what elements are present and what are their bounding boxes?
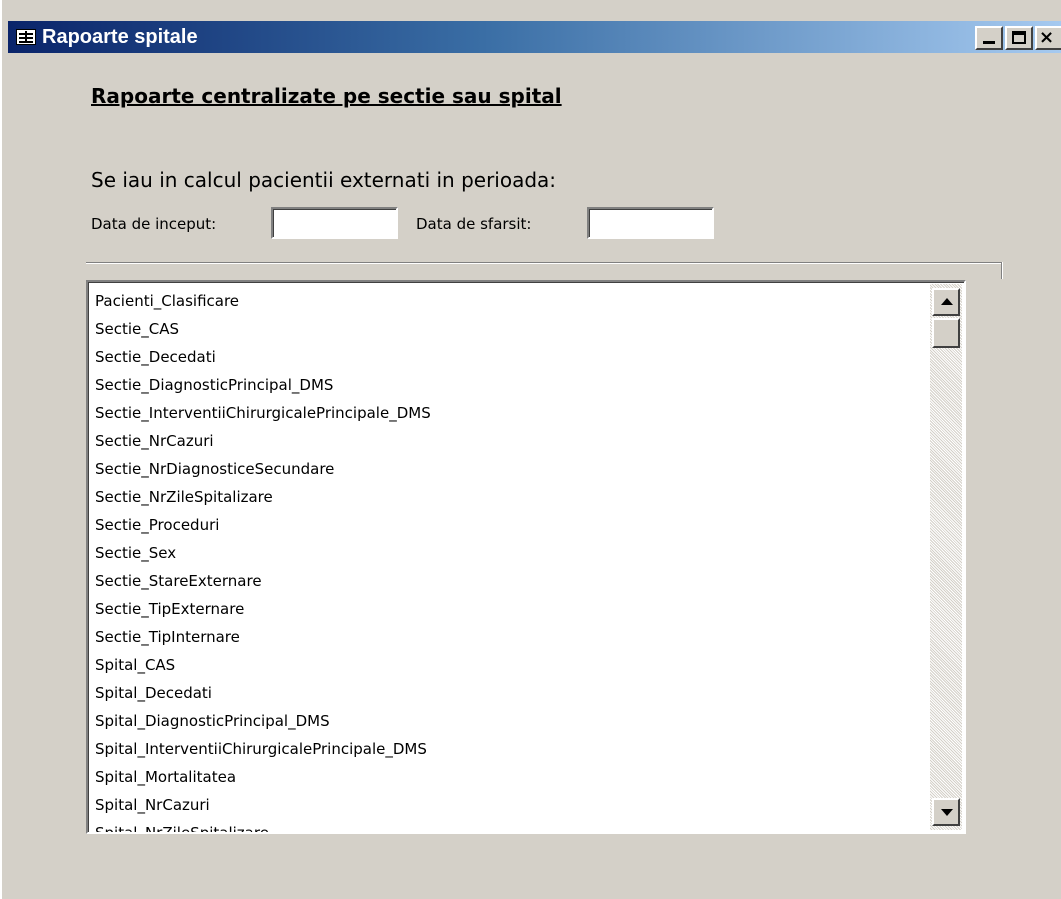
list-item[interactable]: Spital_CAS — [95, 651, 431, 679]
scroll-down-arrow-icon — [941, 809, 953, 816]
list-item[interactable]: Pacienti_Clasificare — [95, 287, 431, 315]
form-heading: Rapoarte centralizate pe sectie sau spit… — [91, 84, 562, 108]
maximize-button[interactable] — [1005, 26, 1033, 50]
list-item[interactable]: Spital_NrZileSpitalizare — [95, 819, 431, 832]
list-item[interactable]: Sectie_Sex — [95, 539, 431, 567]
list-item[interactable]: Sectie_NrZileSpitalizare — [95, 483, 431, 511]
list-item[interactable]: Spital_NrCazuri — [95, 791, 431, 819]
scroll-up-button[interactable] — [932, 288, 960, 316]
end-date-input[interactable] — [587, 207, 714, 239]
list-item[interactable]: Sectie_DiagnosticPrincipal_DMS — [95, 371, 431, 399]
close-icon: × — [1039, 27, 1055, 48]
form-icon[interactable] — [16, 29, 36, 45]
list-item[interactable]: Sectie_CAS — [95, 315, 431, 343]
close-button[interactable]: × — [1035, 26, 1061, 50]
scroll-thumb[interactable] — [932, 318, 960, 348]
list-item[interactable]: Sectie_TipExternare — [95, 595, 431, 623]
start-date-label: Data de inceput: — [91, 215, 217, 233]
window-title: Rapoarte spitale — [42, 26, 198, 48]
scroll-down-button[interactable] — [932, 798, 960, 826]
title-bar[interactable]: Rapoarte spitale × — [2, 21, 1061, 57]
end-date-label: Data de sfarsit: — [416, 215, 532, 233]
scroll-up-arrow-icon — [941, 298, 953, 305]
period-subtitle: Se iau in calcul pacientii externati in … — [91, 168, 557, 192]
window-controls: × — [973, 26, 1061, 50]
listbox-scrollbar[interactable] — [930, 284, 962, 830]
list-item[interactable]: Sectie_InterventiiChirurgicalePrincipale… — [95, 399, 431, 427]
list-item[interactable]: Sectie_TipInternare — [95, 623, 431, 651]
list-item[interactable]: Spital_DiagnosticPrincipal_DMS — [95, 707, 431, 735]
list-item[interactable]: Spital_InterventiiChirurgicalePrincipale… — [95, 735, 431, 763]
reports-list: Pacienti_Clasificare Sectie_CAS Sectie_Dec… — [95, 287, 431, 832]
section-divider-edge — [1001, 262, 1003, 279]
list-item[interactable]: Sectie_NrCazuri — [95, 427, 431, 455]
minimize-button[interactable] — [975, 26, 1003, 50]
list-item[interactable]: Spital_Decedati — [95, 679, 431, 707]
section-divider — [86, 262, 1003, 264]
list-item[interactable]: Sectie_Proceduri — [95, 511, 431, 539]
report-window: Rapoarte spitale × Rapoarte centralizate… — [0, 0, 1061, 899]
maximize-icon — [1012, 31, 1026, 44]
start-date-input[interactable] — [271, 207, 398, 239]
list-item[interactable]: Sectie_NrDiagnosticeSecundare — [95, 455, 431, 483]
minimize-icon — [983, 41, 995, 44]
list-item[interactable]: Sectie_Decedati — [95, 343, 431, 371]
list-item[interactable]: Sectie_StareExternare — [95, 567, 431, 595]
reports-listbox[interactable]: Pacienti_Clasificare Sectie_CAS Sectie_Dec… — [86, 280, 966, 834]
list-item[interactable]: Spital_Mortalitatea — [95, 763, 431, 791]
